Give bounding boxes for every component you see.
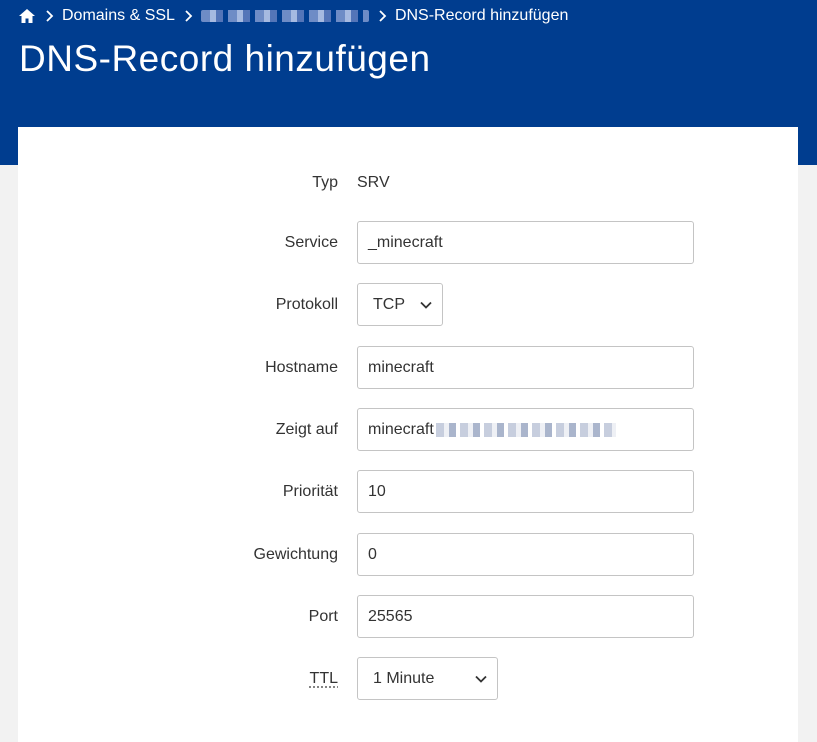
breadcrumb: Domains & SSL DNS-Record hinzufügen (18, 6, 568, 26)
ttl-label: TTL (310, 657, 338, 701)
chevron-down-icon (420, 301, 432, 309)
breadcrumb-current: DNS-Record hinzufügen (395, 7, 568, 25)
protokoll-label: Protokoll (276, 283, 338, 327)
breadcrumb-domains-ssl[interactable]: Domains & SSL (62, 7, 175, 25)
form-panel: Typ SRV Service _minecraft Protokoll TCP… (18, 127, 798, 742)
chevron-right-icon (44, 8, 56, 24)
gewichtung-input[interactable]: 0 (357, 533, 694, 576)
form-row-ttl: TTL 1 Minute (18, 657, 798, 701)
chevron-right-icon (377, 8, 389, 24)
port-label: Port (309, 595, 338, 639)
form-row-prioritaet: Priorität 10 (18, 470, 798, 514)
prioritaet-input[interactable]: 10 (357, 470, 694, 513)
port-input[interactable]: 25565 (357, 595, 694, 638)
home-icon[interactable] (18, 8, 36, 24)
chevron-right-icon (183, 8, 195, 24)
chevron-down-icon (475, 675, 487, 683)
form-row-typ: Typ SRV (18, 161, 798, 205)
prioritaet-label: Priorität (283, 470, 338, 514)
form-row-service: Service _minecraft (18, 221, 798, 265)
protokoll-select[interactable]: TCP (357, 283, 443, 326)
hostname-input[interactable]: minecraft (357, 346, 694, 389)
ttl-selected-value: 1 Minute (373, 670, 434, 688)
zeigt-auf-input[interactable]: minecraft (357, 408, 694, 451)
ttl-select[interactable]: 1 Minute (357, 657, 498, 700)
zeigt-auf-value: minecraft (368, 421, 434, 439)
form-row-protokoll: Protokoll TCP (18, 283, 798, 327)
gewichtung-label: Gewichtung (254, 533, 339, 577)
service-label: Service (285, 221, 338, 265)
form-row-hostname: Hostname minecraft (18, 346, 798, 390)
typ-label: Typ (312, 161, 338, 205)
zeigt-auf-label: Zeigt auf (276, 408, 338, 452)
form-row-zeigt-auf: Zeigt auf minecraft (18, 408, 798, 452)
hostname-label: Hostname (265, 346, 338, 390)
breadcrumb-domain-redacted[interactable] (201, 10, 369, 22)
page-title: DNS-Record hinzufügen (19, 38, 431, 80)
form-row-gewichtung: Gewichtung 0 (18, 533, 798, 577)
form-row-port: Port 25565 (18, 595, 798, 639)
redacted-domain (436, 423, 616, 437)
protokoll-selected-value: TCP (373, 296, 405, 314)
service-input[interactable]: _minecraft (357, 221, 694, 264)
typ-value: SRV (357, 161, 390, 205)
